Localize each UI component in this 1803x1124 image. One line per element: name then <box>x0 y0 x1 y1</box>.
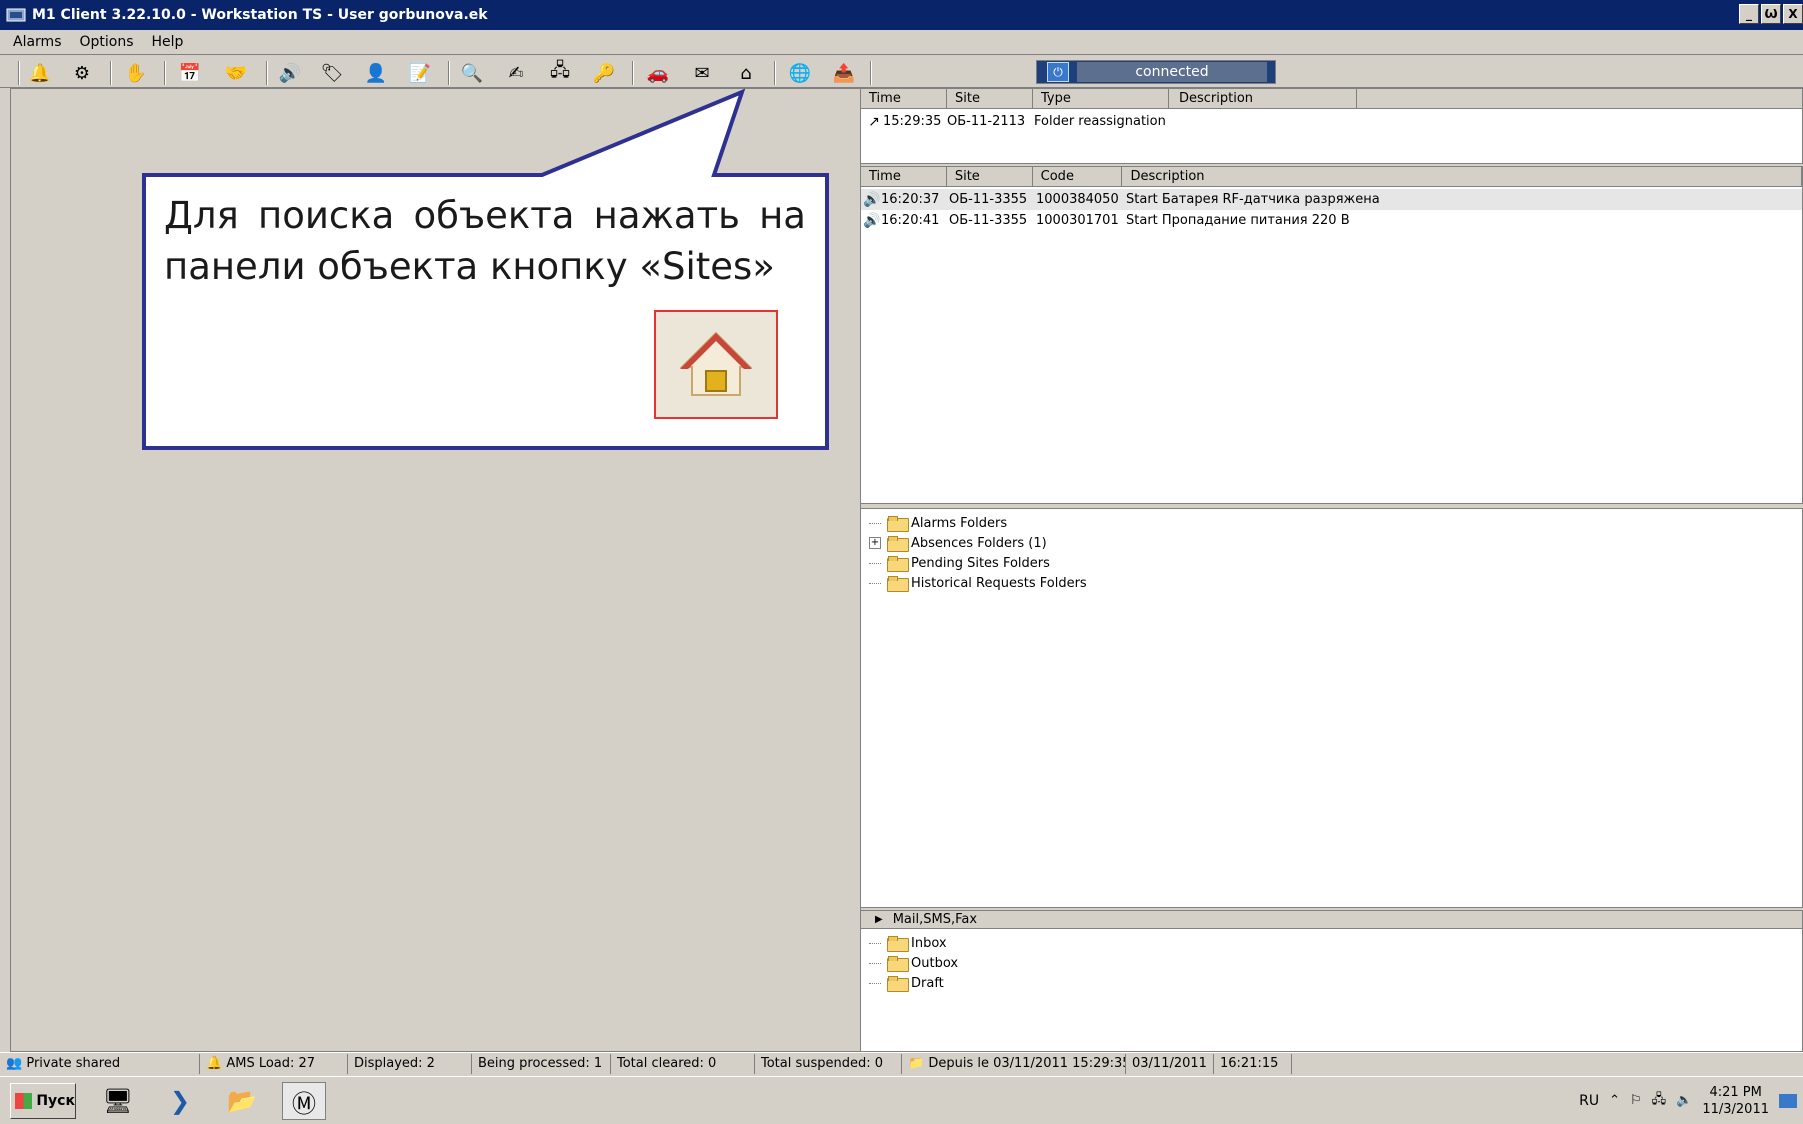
events-pane: Time Site Type Description ↗ 15:29:35 ОБ… <box>860 88 1803 164</box>
car-icon[interactable]: 🚗 <box>644 60 672 86</box>
language-indicator[interactable]: RU <box>1579 1093 1599 1109</box>
col-time[interactable]: Time <box>861 89 947 108</box>
mail-header[interactable]: ▶ Mail,SMS,Fax <box>861 911 1802 929</box>
status-total-suspended: Total suspended: 0 <box>755 1053 902 1074</box>
toolbar: 🔔 ⚙ ✋ 📅 🤝 🔊 🏷 👤 📝 🔍 ✍ 🖧 🔑 🚗 ✉ ⌂ 🌐 📤 <box>0 56 1803 88</box>
globe-icon[interactable]: 🌐 <box>786 60 814 86</box>
speaker-icon[interactable]: 🔊 <box>276 60 304 86</box>
close-button[interactable]: X <box>1783 4 1803 24</box>
mail-item-draft[interactable]: Draft <box>869 973 1802 993</box>
clock[interactable]: 4:21 PM 11/3/2011 <box>1702 1084 1769 1118</box>
tree-item-pending-sites-folders[interactable]: Pending Sites Folders <box>869 553 1802 573</box>
folder-icon <box>887 536 909 552</box>
folder-icon <box>887 556 909 572</box>
network-icon[interactable]: 🖧 <box>546 60 574 86</box>
menu-help[interactable]: Help <box>149 32 187 52</box>
status-ams-load: 🔔 AMS Load: 27 <box>200 1053 348 1074</box>
folder-icon: 📁 <box>908 1055 925 1071</box>
m1-client-task-icon[interactable]: Ⓜ <box>282 1082 326 1120</box>
person-key-icon[interactable]: 🔑 <box>590 60 618 86</box>
status-displayed: Displayed: 2 <box>348 1053 472 1074</box>
start-button[interactable]: Пуск <box>10 1083 76 1119</box>
col-time[interactable]: Time <box>861 167 947 186</box>
search-person-icon[interactable]: 🔍 <box>458 60 486 86</box>
calendar-icon[interactable]: 📅 <box>176 60 204 86</box>
tag-icon[interactable]: 🏷 <box>318 60 346 86</box>
inbox-icon <box>887 936 909 952</box>
power-icon[interactable]: ⏻ <box>1047 62 1069 82</box>
col-site[interactable]: Site <box>947 89 1033 108</box>
flag-icon[interactable]: ⚐ <box>1630 1093 1642 1108</box>
shared-icon: 👥 <box>6 1055 23 1071</box>
alarm-new-icon[interactable]: 🔔 <box>26 60 54 86</box>
ams-icon: 🔔 <box>206 1055 223 1071</box>
minimize-button[interactable]: _ <box>1739 4 1759 24</box>
reassign-icon: ↗ <box>868 113 880 130</box>
show-desktop-icon[interactable] <box>1779 1093 1797 1108</box>
folder-icon <box>887 516 909 532</box>
mail-item-outbox[interactable]: Outbox <box>869 953 1802 973</box>
status-date: 03/11/2011 <box>1126 1053 1214 1074</box>
title-bar: M1 Client 3.22.10.0 - Workstation TS - U… <box>0 0 1803 30</box>
tree-item-absences-folders[interactable]: + Absences Folders (1) <box>869 533 1802 553</box>
window-title: M1 Client 3.22.10.0 - Workstation TS - U… <box>32 7 488 23</box>
powershell-icon[interactable]: ❯ <box>158 1082 202 1120</box>
notepad-icon[interactable]: 📝 <box>406 60 434 86</box>
volume-icon[interactable]: 🔈 <box>1676 1093 1692 1108</box>
taskbar: Пуск 🖥 ❯ 📂 Ⓜ RU ⌃ ⚐ 🖧 🔈 4:21 PM 11/3/201… <box>0 1076 1803 1123</box>
windows-flag-icon <box>15 1093 33 1109</box>
sites-house-icon <box>654 310 778 419</box>
tree-item-historical-requests-folders[interactable]: Historical Requests Folders <box>869 573 1802 593</box>
col-type[interactable]: Type <box>1033 89 1169 108</box>
col-site[interactable]: Site <box>947 167 1033 186</box>
folder-icon <box>887 576 909 592</box>
mail-item-inbox[interactable]: Inbox <box>869 933 1802 953</box>
outbox-icon <box>887 956 909 972</box>
expand-icon[interactable]: + <box>869 537 881 549</box>
table-row[interactable]: 🔊 16:20:41 ОБ-11-3355 1000301701 Start П… <box>861 210 1802 231</box>
server-manager-icon[interactable]: 🖥 <box>96 1082 140 1120</box>
draft-icon <box>887 976 909 992</box>
envelope-icon[interactable]: ✉ <box>688 60 716 86</box>
alarms-pane: Time Site Code Description 🔊 16:20:37 ОБ… <box>860 166 1803 504</box>
status-bar: 👥 Private shared 🔔 AMS Load: 27 Displaye… <box>0 1052 1803 1074</box>
app-icon <box>6 8 26 22</box>
status-total-cleared: Total cleared: 0 <box>611 1053 755 1074</box>
sign-icon[interactable]: ✍ <box>502 60 530 86</box>
status-since: 📁 Depuis le 03/11/2011 15:29:35 <box>902 1053 1126 1074</box>
menu-alarms[interactable]: Alarms <box>10 32 65 52</box>
connection-status: ⏻ connected <box>1036 60 1276 84</box>
tree-item-alarms-folders[interactable]: Alarms Folders <box>869 513 1802 533</box>
speaker-icon: 🔊 <box>863 191 881 208</box>
connection-label: connected <box>1077 62 1267 82</box>
table-row[interactable]: 🔊 16:20:37 ОБ-11-3355 1000384050 Start Б… <box>861 189 1802 210</box>
table-row[interactable]: ↗ 15:29:35 ОБ-11-2113 Folder reassignati… <box>861 111 1802 132</box>
menu-options[interactable]: Options <box>77 32 137 52</box>
collapse-icon[interactable]: ▶ <box>875 914 883 925</box>
menu-bar: Alarms Options Help <box>0 30 1803 55</box>
export-icon[interactable]: 📤 <box>830 60 858 86</box>
tray-expand-icon[interactable]: ⌃ <box>1609 1093 1620 1108</box>
hands-icon[interactable]: 🤝 <box>222 60 250 86</box>
status-being-processed: Being processed: 1 <box>472 1053 611 1074</box>
mail-pane: ▶ Mail,SMS,Fax Inbox Outbox Draft <box>860 910 1803 1052</box>
alarm-settings-icon[interactable]: ⚙ <box>68 60 96 86</box>
folders-pane: Alarms Folders + Absences Folders (1) Pe… <box>860 508 1803 908</box>
col-code[interactable]: Code <box>1033 167 1123 186</box>
handshake-icon[interactable]: ✋ <box>122 60 150 86</box>
network-icon[interactable]: 🖧 <box>1652 1090 1667 1112</box>
callout-text: Для поиска объекта нажать на панели объе… <box>164 194 806 288</box>
restore-button[interactable]: Ѡ <box>1761 4 1781 24</box>
system-tray: RU ⌃ ⚐ 🖧 🔈 4:21 PM 11/3/2011 <box>1579 1077 1803 1124</box>
person-icon[interactable]: 👤 <box>362 60 390 86</box>
sites-house-icon[interactable]: ⌂ <box>732 60 760 86</box>
status-time: 16:21:15 <box>1214 1053 1292 1074</box>
explorer-icon[interactable]: 📂 <box>220 1082 264 1120</box>
speaker-icon: 🔊 <box>863 212 881 229</box>
status-mode: 👥 Private shared <box>0 1053 200 1074</box>
col-description[interactable]: Description <box>1169 89 1357 108</box>
col-description[interactable]: Description <box>1122 167 1802 186</box>
